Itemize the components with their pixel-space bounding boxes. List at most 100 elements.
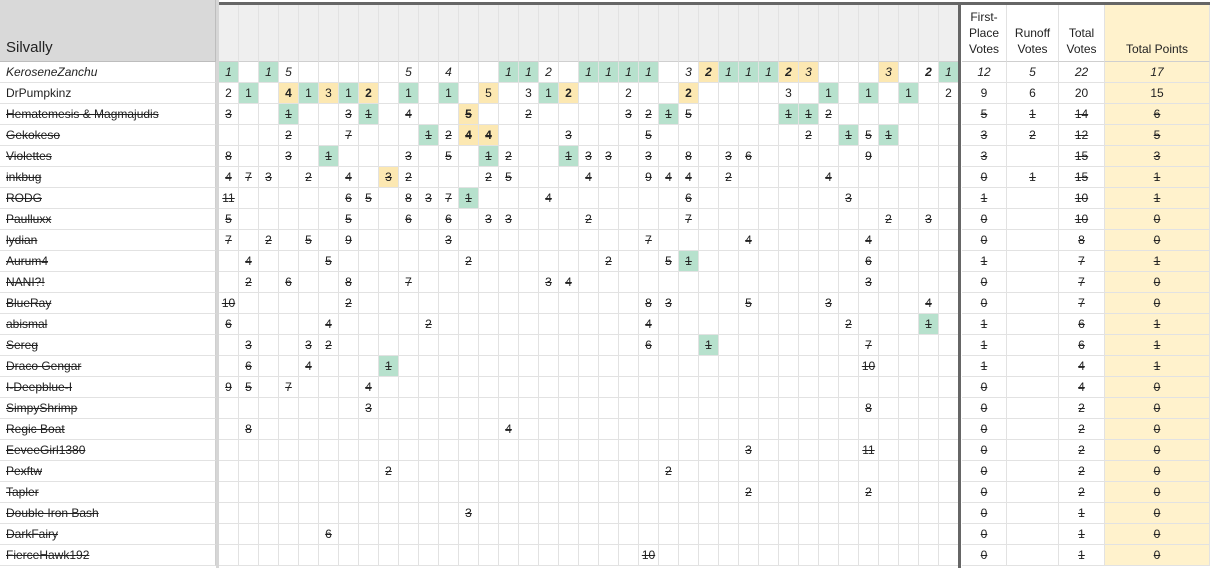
vote-cell[interactable]: [699, 251, 719, 272]
vote-cell[interactable]: [939, 377, 959, 398]
vote-cell[interactable]: [319, 188, 339, 209]
vote-cell[interactable]: [619, 461, 639, 482]
vote-cell[interactable]: [299, 398, 319, 419]
vote-cell[interactable]: [719, 125, 739, 146]
vote-cell[interactable]: [919, 461, 939, 482]
vote-cell[interactable]: 2: [839, 314, 859, 335]
vote-cell[interactable]: 7: [279, 377, 299, 398]
vote-cell[interactable]: [279, 503, 299, 524]
vote-cell[interactable]: [659, 314, 679, 335]
vote-cell[interactable]: [259, 251, 279, 272]
first-place-votes-cell[interactable]: 9: [962, 83, 1007, 104]
vote-cell[interactable]: [639, 188, 659, 209]
vote-cell[interactable]: [579, 503, 599, 524]
vote-cell[interactable]: 3: [359, 398, 379, 419]
vote-column-header[interactable]: [519, 4, 539, 62]
vote-cell[interactable]: [759, 146, 779, 167]
vote-cell[interactable]: [739, 125, 759, 146]
vote-cell[interactable]: [759, 377, 779, 398]
vote-cell[interactable]: [739, 314, 759, 335]
vote-cell[interactable]: 5: [279, 62, 299, 83]
vote-cell[interactable]: [839, 503, 859, 524]
vote-cell[interactable]: [879, 482, 899, 503]
vote-cell[interactable]: [679, 314, 699, 335]
vote-cell[interactable]: 11: [859, 440, 879, 461]
vote-cell[interactable]: [859, 293, 879, 314]
vote-cell[interactable]: 2: [379, 461, 399, 482]
vote-cell[interactable]: 2: [799, 125, 819, 146]
vote-cell[interactable]: [319, 545, 339, 566]
vote-cell[interactable]: [419, 524, 439, 545]
vote-cell[interactable]: [359, 356, 379, 377]
vote-cell[interactable]: 3: [319, 83, 339, 104]
vote-cell[interactable]: [539, 230, 559, 251]
vote-cell[interactable]: [659, 524, 679, 545]
vote-cell[interactable]: [899, 482, 919, 503]
vote-cell[interactable]: [699, 146, 719, 167]
vote-cell[interactable]: [259, 503, 279, 524]
vote-cell[interactable]: [799, 188, 819, 209]
vote-cell[interactable]: [719, 461, 739, 482]
vote-cell[interactable]: [819, 440, 839, 461]
vote-cell[interactable]: 2: [859, 482, 879, 503]
vote-cell[interactable]: [699, 545, 719, 566]
vote-cell[interactable]: 4: [219, 167, 239, 188]
vote-cell[interactable]: [919, 104, 939, 125]
vote-cell[interactable]: 3: [619, 104, 639, 125]
first-place-votes-cell[interactable]: 0: [962, 482, 1007, 503]
vote-cell[interactable]: [439, 419, 459, 440]
vote-cell[interactable]: [419, 167, 439, 188]
vote-cell[interactable]: [679, 503, 699, 524]
vote-cell[interactable]: 3: [259, 167, 279, 188]
vote-cell[interactable]: [339, 146, 359, 167]
vote-cell[interactable]: [759, 356, 779, 377]
vote-cell[interactable]: [259, 440, 279, 461]
vote-cell[interactable]: [939, 251, 959, 272]
vote-cell[interactable]: [219, 545, 239, 566]
vote-cell[interactable]: [739, 524, 759, 545]
runoff-votes-cell[interactable]: [1007, 272, 1059, 293]
vote-cell[interactable]: [779, 251, 799, 272]
voter-name-cell[interactable]: Double Iron Bash: [0, 503, 216, 524]
total-points-cell[interactable]: 1: [1105, 188, 1210, 209]
vote-cell[interactable]: [899, 377, 919, 398]
vote-cell[interactable]: 1: [699, 335, 719, 356]
vote-cell[interactable]: 1: [579, 62, 599, 83]
vote-cell[interactable]: [319, 398, 339, 419]
vote-cell[interactable]: [699, 293, 719, 314]
vote-cell[interactable]: [759, 503, 779, 524]
vote-cell[interactable]: [599, 440, 619, 461]
total-votes-cell[interactable]: 8: [1059, 230, 1105, 251]
vote-cell[interactable]: 2: [679, 83, 699, 104]
runoff-votes-cell[interactable]: [1007, 545, 1059, 566]
vote-cell[interactable]: [739, 545, 759, 566]
vote-cell[interactable]: [879, 146, 899, 167]
vote-cell[interactable]: [879, 524, 899, 545]
first-place-votes-cell[interactable]: 0: [962, 398, 1007, 419]
vote-cell[interactable]: 3: [519, 83, 539, 104]
vote-cell[interactable]: [439, 524, 459, 545]
runoff-votes-cell[interactable]: [1007, 398, 1059, 419]
vote-cell[interactable]: 3: [919, 209, 939, 230]
vote-cell[interactable]: 2: [359, 83, 379, 104]
vote-column-header[interactable]: [839, 4, 859, 62]
vote-cell[interactable]: 7: [859, 335, 879, 356]
vote-cell[interactable]: [559, 104, 579, 125]
vote-cell[interactable]: [719, 419, 739, 440]
vote-cell[interactable]: 2: [879, 209, 899, 230]
vote-cell[interactable]: [879, 188, 899, 209]
vote-cell[interactable]: [679, 293, 699, 314]
vote-cell[interactable]: [399, 461, 419, 482]
vote-cell[interactable]: [739, 335, 759, 356]
vote-cell[interactable]: [799, 545, 819, 566]
vote-cell[interactable]: [259, 188, 279, 209]
vote-cell[interactable]: [259, 461, 279, 482]
vote-cell[interactable]: [559, 335, 579, 356]
vote-cell[interactable]: 8: [399, 188, 419, 209]
vote-cell[interactable]: [219, 461, 239, 482]
vote-cell[interactable]: [539, 335, 559, 356]
vote-cell[interactable]: [659, 377, 679, 398]
vote-cell[interactable]: [939, 125, 959, 146]
vote-cell[interactable]: [439, 272, 459, 293]
vote-cell[interactable]: [379, 335, 399, 356]
